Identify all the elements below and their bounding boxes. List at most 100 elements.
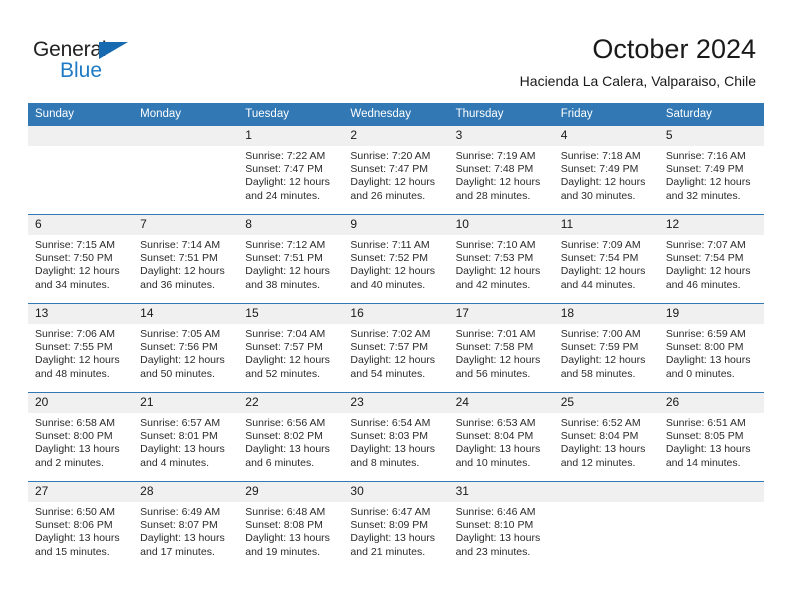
calendar-cell-day[interactable]: 19 Sunrise: 6:59 AM Sunset: 8:00 PM Dayligh…	[658, 303, 764, 393]
sunset-text: Sunset: 7:58 PM	[455, 341, 534, 354]
day-details: Sunrise: 7:11 AM Sunset: 7:52 PM Daylight:…	[343, 235, 448, 292]
sunrise-text: Sunrise: 7:22 AM	[245, 150, 326, 162]
calendar-cell-day[interactable]: 22 Sunrise: 6:56 AM Sunset: 8:02 PM Dayligh…	[238, 392, 344, 482]
sunrise-text: Sunrise: 7:05 AM	[140, 328, 221, 340]
calendar-cell-empty	[133, 126, 239, 215]
sunset-text: Sunset: 8:04 PM	[560, 430, 639, 443]
page-title: October 2024	[592, 34, 756, 64]
logo-triangle-icon	[99, 42, 128, 59]
day-number: 24	[448, 393, 554, 413]
calendar-cell-day[interactable]: 4 Sunrise: 7:18 AM Sunset: 7:49 PM Daylight…	[553, 126, 659, 215]
calendar-cell-day[interactable]: 18 Sunrise: 7:00 AM Sunset: 7:59 PM Dayligh…	[553, 303, 659, 393]
day-details: Sunrise: 7:16 AM Sunset: 7:49 PM Daylight:…	[659, 146, 764, 203]
weekday-header-saturday: Saturday	[658, 103, 764, 126]
daylight-text: Daylight: 13 hours and 0 minutes.	[665, 354, 751, 380]
calendar-week-row: 27 Sunrise: 6:50 AM Sunset: 8:06 PM Dayligh…	[28, 481, 764, 570]
day-number: 21	[133, 393, 239, 413]
calendar-cell-day[interactable]: 23 Sunrise: 6:54 AM Sunset: 8:03 PM Dayligh…	[343, 392, 449, 482]
day-details: Sunrise: 7:04 AM Sunset: 7:57 PM Daylight:…	[238, 324, 343, 381]
calendar-body: 1 Sunrise: 7:22 AM Sunset: 7:47 PM Daylight…	[28, 126, 764, 570]
calendar-cell-day[interactable]: 14 Sunrise: 7:05 AM Sunset: 7:56 PM Dayligh…	[133, 303, 239, 393]
calendar-cell-day[interactable]: 6 Sunrise: 7:15 AM Sunset: 7:50 PM Daylight…	[28, 214, 134, 304]
daylight-text: Daylight: 13 hours and 2 minutes.	[35, 443, 120, 469]
day-number: 7	[133, 215, 239, 235]
sunset-text: Sunset: 7:47 PM	[245, 163, 323, 176]
sunrise-text: Sunrise: 6:49 AM	[140, 506, 221, 518]
sunset-text: Sunset: 7:48 PM	[455, 163, 534, 176]
sunset-text: Sunset: 8:00 PM	[665, 341, 744, 354]
sunrise-text: Sunrise: 7:15 AM	[35, 239, 115, 251]
calendar-cell-empty	[658, 481, 764, 570]
day-details: Sunrise: 7:10 AM Sunset: 7:53 PM Daylight:…	[449, 235, 554, 292]
sunset-text: Sunset: 7:57 PM	[245, 341, 323, 354]
calendar-cell-day[interactable]: 17 Sunrise: 7:01 AM Sunset: 7:58 PM Dayligh…	[448, 303, 554, 393]
sunset-text: Sunset: 7:49 PM	[560, 163, 639, 176]
calendar-cell-day[interactable]: 26 Sunrise: 6:51 AM Sunset: 8:05 PM Dayligh…	[658, 392, 764, 482]
daylight-text: Daylight: 12 hours and 48 minutes.	[35, 354, 120, 380]
day-number: 27	[28, 482, 134, 502]
calendar-week-row: 13 Sunrise: 7:06 AM Sunset: 7:55 PM Dayligh…	[28, 303, 764, 393]
calendar-cell-day[interactable]: 7 Sunrise: 7:14 AM Sunset: 7:51 PM Daylight…	[133, 214, 239, 304]
calendar-cell-day[interactable]: 9 Sunrise: 7:11 AM Sunset: 7:52 PM Daylight…	[343, 214, 449, 304]
calendar-cell-day[interactable]: 27 Sunrise: 6:50 AM Sunset: 8:06 PM Dayligh…	[28, 481, 134, 570]
sunrise-text: Sunrise: 6:50 AM	[35, 506, 115, 518]
day-details: Sunrise: 6:46 AM Sunset: 8:10 PM Daylight:…	[449, 502, 554, 559]
calendar-cell-day[interactable]: 11 Sunrise: 7:09 AM Sunset: 7:54 PM Dayligh…	[553, 214, 659, 304]
day-details: Sunrise: 6:58 AM Sunset: 8:00 PM Daylight:…	[28, 413, 133, 470]
calendar-cell-day[interactable]: 16 Sunrise: 7:02 AM Sunset: 7:57 PM Dayligh…	[343, 303, 449, 393]
sunrise-text: Sunrise: 7:12 AM	[245, 239, 326, 251]
day-number: 20	[28, 393, 134, 413]
daylight-text: Daylight: 12 hours and 44 minutes.	[560, 265, 646, 291]
day-details: Sunrise: 6:48 AM Sunset: 8:08 PM Daylight:…	[238, 502, 343, 559]
daylight-text: Daylight: 12 hours and 40 minutes.	[350, 265, 436, 291]
calendar-cell-day[interactable]: 25 Sunrise: 6:52 AM Sunset: 8:04 PM Dayligh…	[553, 392, 659, 482]
calendar-cell-day[interactable]: 12 Sunrise: 7:07 AM Sunset: 7:54 PM Dayligh…	[658, 214, 764, 304]
sunrise-text: Sunrise: 7:01 AM	[455, 328, 536, 340]
calendar-cell-day[interactable]: 5 Sunrise: 7:16 AM Sunset: 7:49 PM Daylight…	[658, 126, 764, 215]
page-subtitle: Hacienda La Calera, Valparaiso, Chile	[519, 73, 756, 89]
day-number: 11	[553, 215, 659, 235]
daylight-text: Daylight: 12 hours and 26 minutes.	[350, 176, 436, 202]
sunset-text: Sunset: 7:49 PM	[665, 163, 744, 176]
calendar-cell-day[interactable]: 2 Sunrise: 7:20 AM Sunset: 7:47 PM Daylight…	[343, 126, 449, 215]
sunrise-text: Sunrise: 7:14 AM	[140, 239, 221, 251]
daylight-text: Daylight: 12 hours and 36 minutes.	[140, 265, 225, 291]
day-number: 31	[448, 482, 554, 502]
calendar-cell-empty	[553, 481, 659, 570]
daylight-text: Daylight: 12 hours and 38 minutes.	[245, 265, 330, 291]
sunrise-text: Sunrise: 6:56 AM	[245, 417, 326, 429]
calendar-cell-day[interactable]: 15 Sunrise: 7:04 AM Sunset: 7:57 PM Dayligh…	[238, 303, 344, 393]
calendar-cell-day[interactable]: 28 Sunrise: 6:49 AM Sunset: 8:07 PM Dayligh…	[133, 481, 239, 570]
logo-text-general: General	[33, 38, 107, 61]
sunset-text: Sunset: 7:55 PM	[35, 341, 113, 354]
day-details: Sunrise: 7:05 AM Sunset: 7:56 PM Daylight:…	[133, 324, 238, 381]
calendar-cell-day[interactable]: 21 Sunrise: 6:57 AM Sunset: 8:01 PM Dayligh…	[133, 392, 239, 482]
calendar-cell-day[interactable]: 1 Sunrise: 7:22 AM Sunset: 7:47 PM Daylight…	[238, 126, 344, 215]
calendar-cell-day[interactable]: 29 Sunrise: 6:48 AM Sunset: 8:08 PM Dayligh…	[238, 481, 344, 570]
day-number: 26	[658, 393, 764, 413]
day-details: Sunrise: 6:51 AM Sunset: 8:05 PM Daylight:…	[659, 413, 764, 470]
day-number: 17	[448, 304, 554, 324]
calendar-cell-day[interactable]: 10 Sunrise: 7:10 AM Sunset: 7:53 PM Dayligh…	[448, 214, 554, 304]
sunset-text: Sunset: 7:50 PM	[35, 252, 113, 265]
calendar-cell-day[interactable]: 31 Sunrise: 6:46 AM Sunset: 8:10 PM Dayligh…	[448, 481, 554, 570]
sunset-text: Sunset: 7:59 PM	[560, 341, 639, 354]
calendar-cell-day[interactable]: 3 Sunrise: 7:19 AM Sunset: 7:48 PM Daylight…	[448, 126, 554, 215]
sunrise-text: Sunrise: 6:54 AM	[350, 417, 431, 429]
daylight-text: Daylight: 12 hours and 52 minutes.	[245, 354, 330, 380]
sunset-text: Sunset: 8:01 PM	[140, 430, 218, 443]
logo-text-blue: Blue	[60, 59, 103, 82]
day-number: 30	[343, 482, 449, 502]
sunset-text: Sunset: 7:52 PM	[350, 252, 429, 265]
calendar-cell-day[interactable]: 24 Sunrise: 6:53 AM Sunset: 8:04 PM Dayligh…	[448, 392, 554, 482]
daylight-text: Daylight: 13 hours and 4 minutes.	[140, 443, 225, 469]
calendar-cell-day[interactable]: 30 Sunrise: 6:47 AM Sunset: 8:09 PM Dayligh…	[343, 481, 449, 570]
calendar-cell-day[interactable]: 20 Sunrise: 6:58 AM Sunset: 8:00 PM Dayligh…	[28, 392, 134, 482]
calendar-cell-day[interactable]: 13 Sunrise: 7:06 AM Sunset: 7:55 PM Dayligh…	[28, 303, 134, 393]
daylight-text: Daylight: 13 hours and 6 minutes.	[245, 443, 330, 469]
calendar-cell-day[interactable]: 8 Sunrise: 7:12 AM Sunset: 7:51 PM Daylight…	[238, 214, 344, 304]
title-block: October 2024 Hacienda La Calera, Valpara…	[520, 33, 756, 90]
daylight-text: Daylight: 13 hours and 19 minutes.	[245, 532, 330, 558]
generalblue-logo[interactable]: General Blue	[33, 38, 213, 86]
daylight-text: Daylight: 13 hours and 17 minutes.	[140, 532, 225, 558]
